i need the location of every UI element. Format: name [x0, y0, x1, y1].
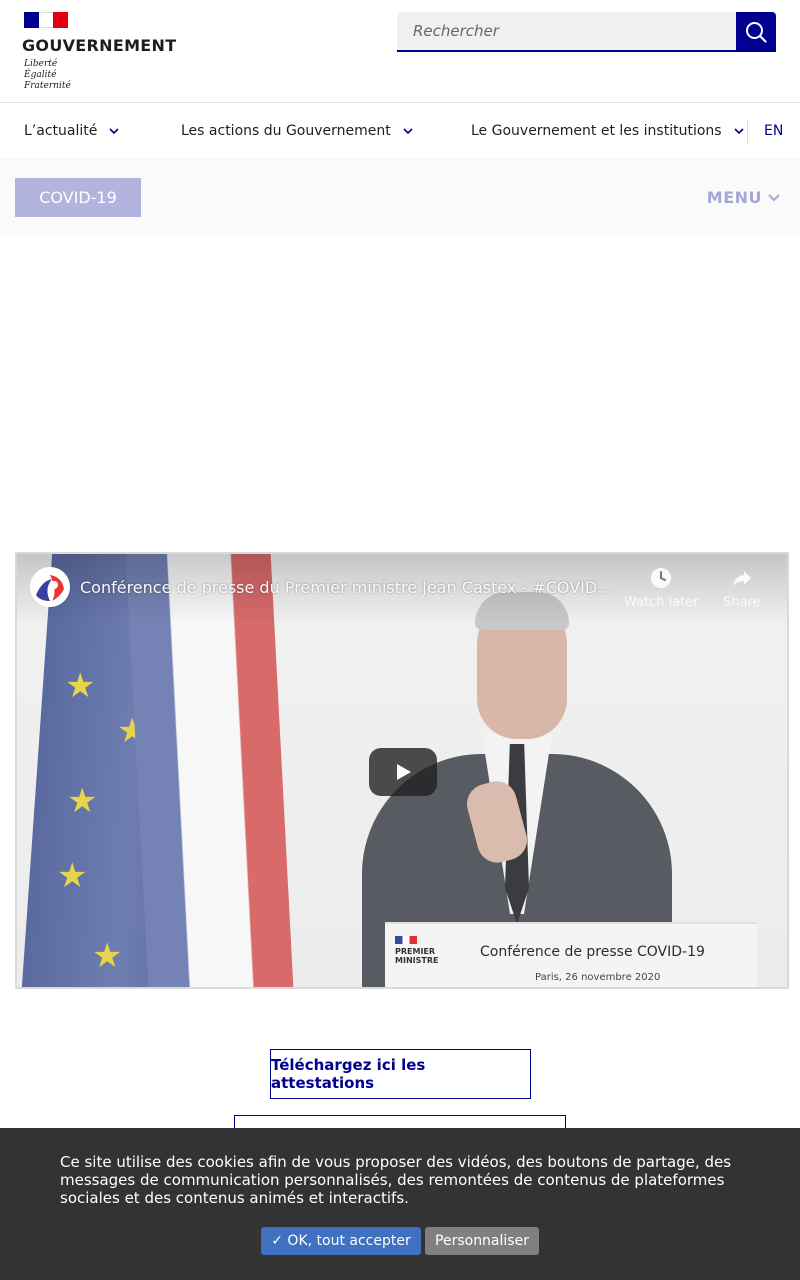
- motto: Liberté Égalité Fraternité: [24, 59, 71, 92]
- motto-line: Liberté: [24, 59, 58, 69]
- chevron-down-icon: [109, 127, 119, 135]
- chevron-down-icon: [734, 127, 744, 135]
- pm-logo-line: PREMIER: [395, 947, 436, 956]
- nav-item-actions[interactable]: Les actions du Gouvernement: [181, 103, 413, 159]
- search-icon: [746, 22, 767, 43]
- marianne-icon: [30, 567, 70, 607]
- lectern-subtitle: Paris, 26 novembre 2020: [535, 972, 661, 983]
- covid-button[interactable]: COVID-19: [15, 178, 141, 217]
- premier-ministre-logo: PREMIER MINISTRE: [395, 936, 438, 965]
- lectern-sign: PREMIER MINISTRE Conférence de presse CO…: [385, 922, 757, 987]
- clock-icon: [651, 568, 672, 588]
- motto-line: Égalité: [24, 70, 57, 80]
- nav-divider: [747, 119, 748, 145]
- section-bar: COVID-19 MENU: [0, 158, 800, 235]
- cookie-banner: Ce site utilise des cookies afin de vous…: [0, 1128, 800, 1280]
- nav-item-label: L’actualité: [24, 123, 98, 139]
- share-label: Share: [723, 595, 761, 610]
- star-icon: ★: [67, 781, 98, 821]
- cookie-message: Ce site utilise des cookies afin de vous…: [60, 1153, 732, 1207]
- video-title[interactable]: Conférence de presse du Premier ministre…: [80, 578, 615, 597]
- channel-avatar[interactable]: [30, 567, 70, 607]
- search-bar: [397, 12, 776, 52]
- motto-line: Fraternité: [24, 81, 71, 91]
- lectern-title: Conférence de presse COVID-19: [480, 944, 705, 960]
- site-header: GOUVERNEMENT Liberté Égalité Fraternité: [0, 0, 800, 102]
- marianne-flag-icon: [24, 12, 68, 28]
- watch-later-label: Watch later: [624, 595, 699, 610]
- marianne-flag-icon: [395, 936, 417, 944]
- play-button[interactable]: [369, 748, 437, 796]
- watch-later-button[interactable]: Watch later: [624, 566, 699, 610]
- accept-all-button[interactable]: ✓ OK, tout accepter: [261, 1227, 421, 1255]
- search-button[interactable]: [736, 12, 776, 52]
- share-button[interactable]: Share: [723, 566, 761, 610]
- chevron-down-icon: [403, 127, 413, 135]
- nav-item-actualite[interactable]: L’actualité: [24, 103, 119, 159]
- star-icon: ★: [57, 856, 88, 896]
- customize-button[interactable]: Personnaliser: [425, 1227, 539, 1255]
- search-input[interactable]: [397, 12, 736, 52]
- logo-title: GOUVERNEMENT: [22, 36, 177, 55]
- nav-item-label: Les actions du Gouvernement: [181, 123, 391, 139]
- pm-logo-line: MINISTRE: [395, 956, 439, 965]
- share-arrow-icon: [732, 571, 751, 586]
- download-attestations-button[interactable]: Téléchargez ici les attestations: [270, 1049, 531, 1099]
- star-icon: ★: [65, 666, 96, 706]
- star-icon: ★: [92, 936, 123, 976]
- nav-item-institutions[interactable]: Le Gouvernement et les institutions: [471, 103, 744, 159]
- language-switch[interactable]: EN: [764, 103, 783, 159]
- nav-item-label: Le Gouvernement et les institutions: [471, 123, 722, 139]
- main-nav: L’actualité Les actions du Gouvernement …: [0, 102, 800, 158]
- youtube-video-embed[interactable]: ★ ★ ★ ★ ★ PREMIER MINISTRE Conférence de…: [15, 552, 789, 989]
- chevron-down-icon: [768, 193, 780, 202]
- play-icon: [397, 764, 411, 780]
- menu-label: MENU: [706, 188, 762, 207]
- menu-button[interactable]: MENU: [707, 178, 780, 217]
